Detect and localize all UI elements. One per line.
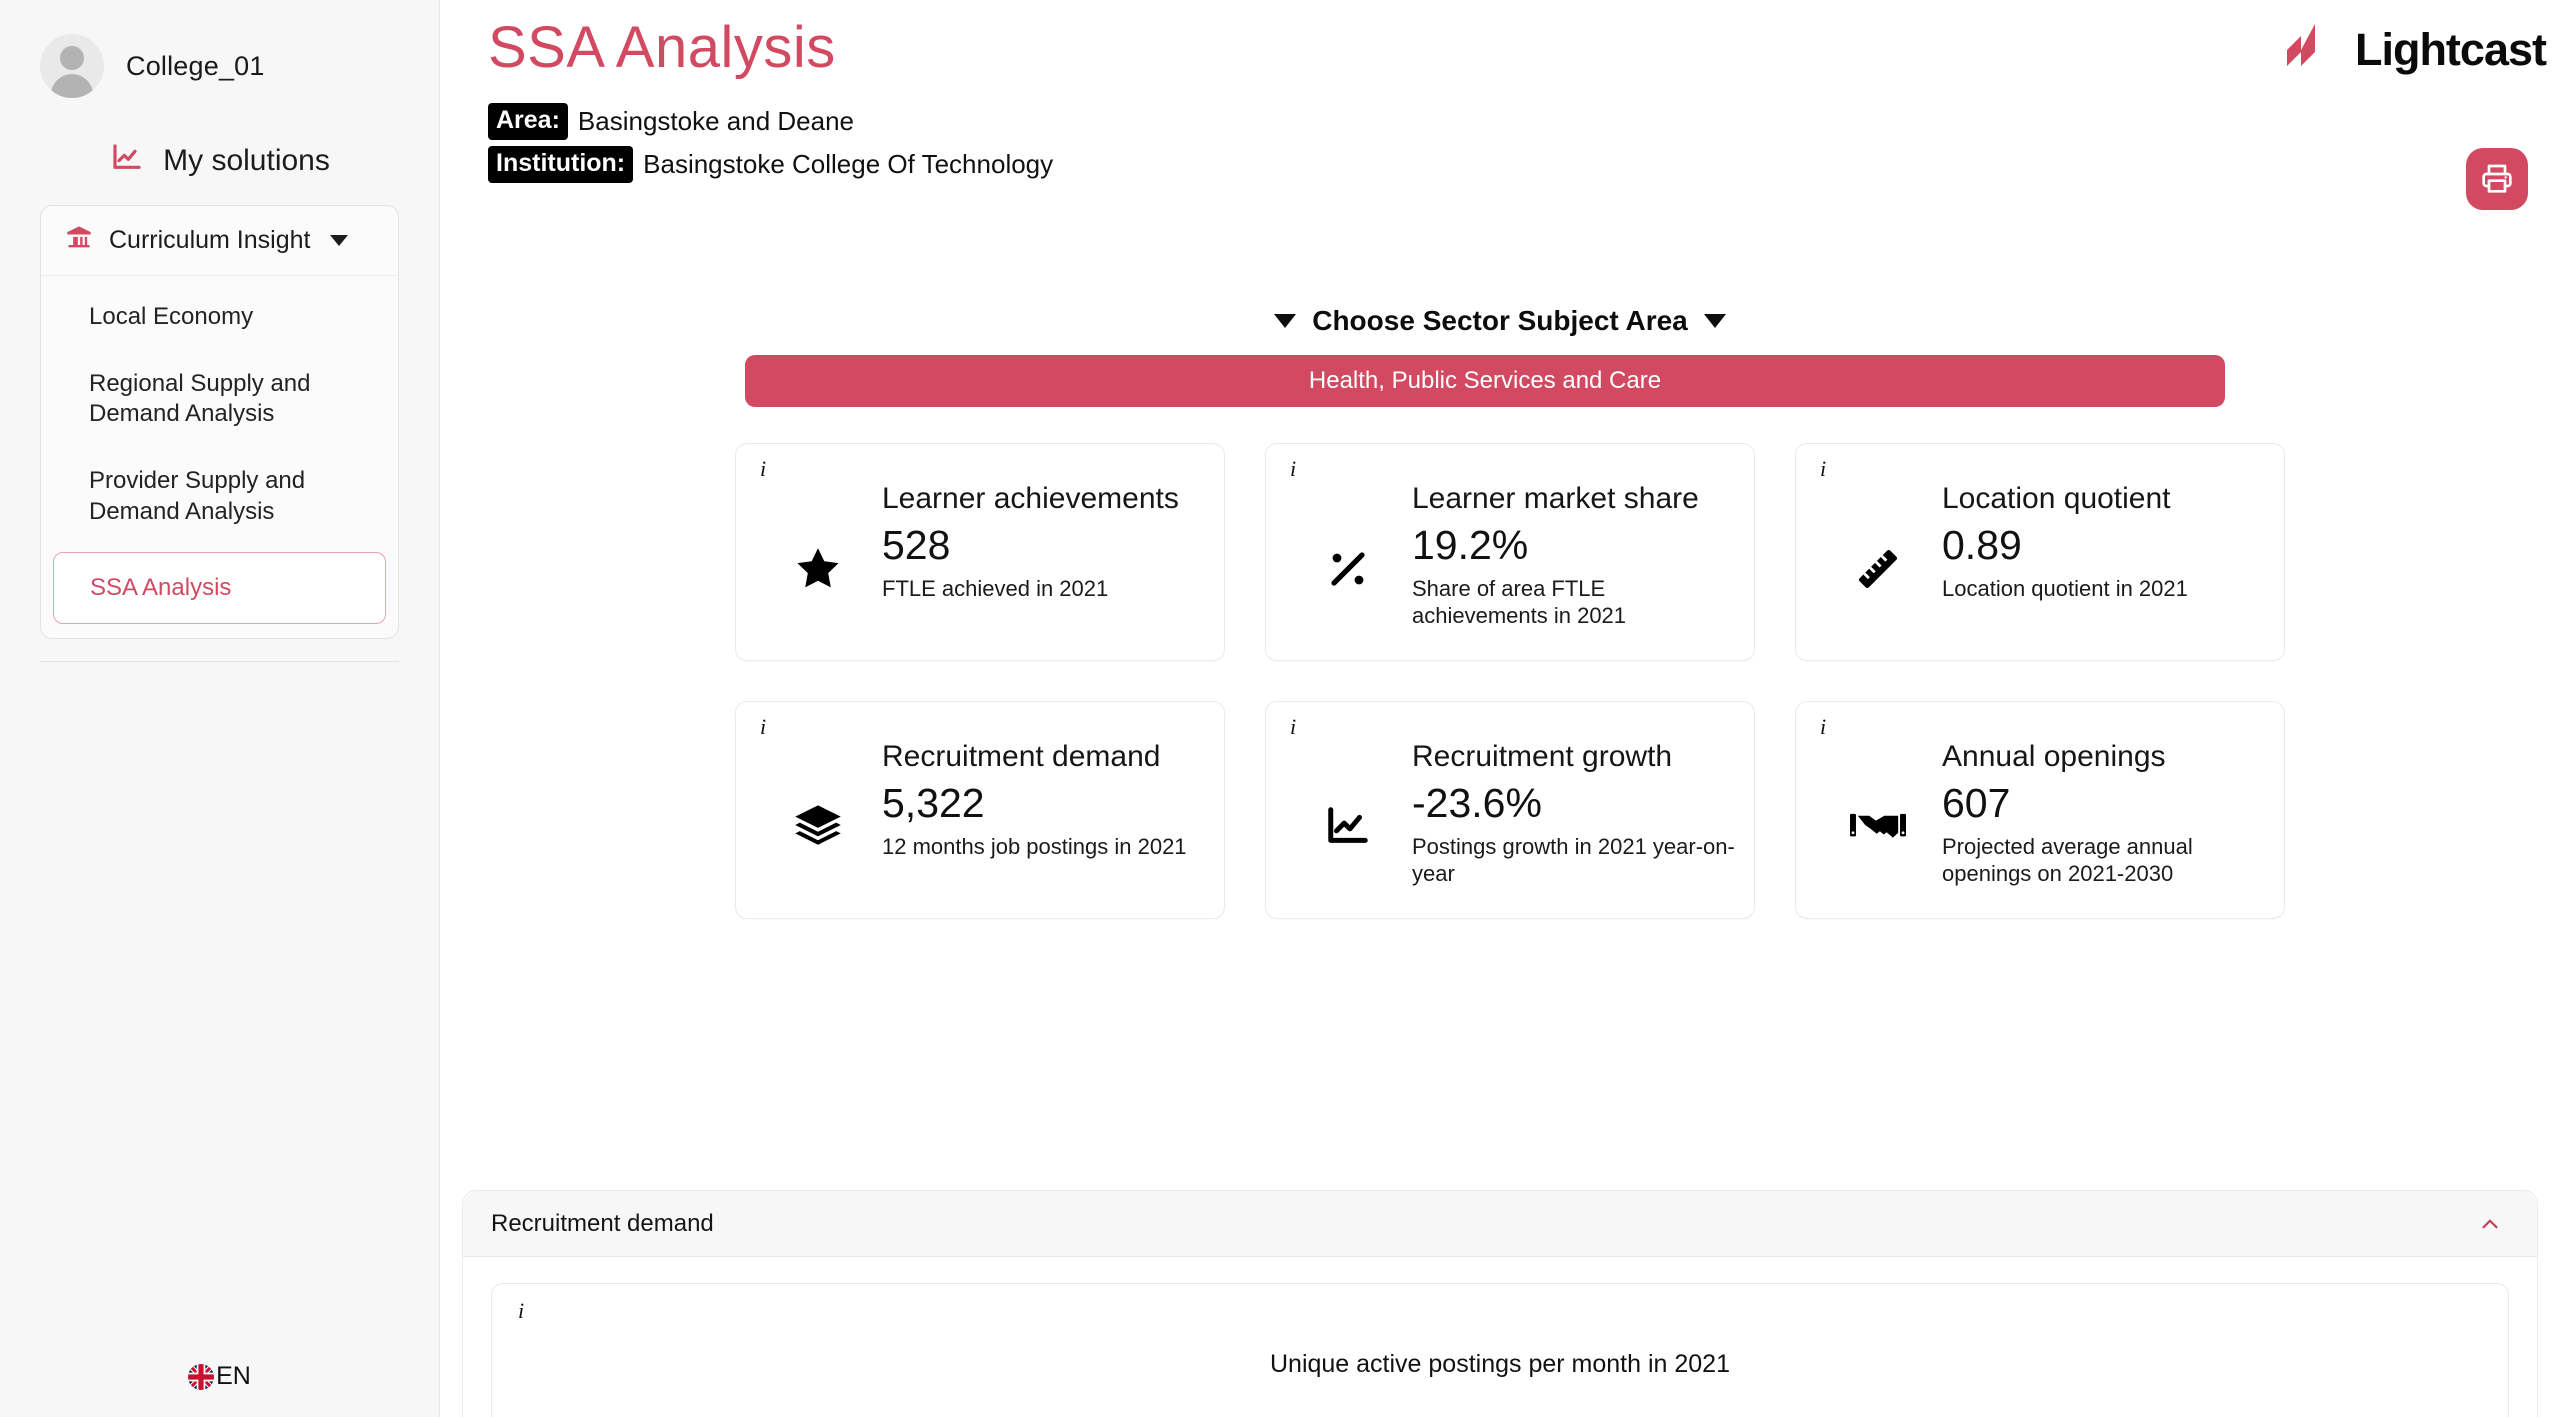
panel-title: Recruitment demand bbox=[491, 1209, 714, 1237]
kpi-card-annual-openings[interactable]: i Annual openings 607 Projected average … bbox=[1795, 701, 2285, 919]
meta-row-area: Area: Basingstoke and Deane bbox=[488, 103, 2560, 140]
curriculum-insight-group: Curriculum Insight Local Economy Regiona… bbox=[40, 205, 399, 640]
ruler-icon bbox=[1814, 460, 1942, 660]
kpi-card-learner-market-share[interactable]: i Learner market share 19.2% Share of ar… bbox=[1265, 443, 1755, 661]
chart-caption: Unique active postings per month in 2021 bbox=[1269, 1350, 1730, 1378]
info-icon[interactable]: i bbox=[1820, 456, 1826, 482]
kpi-subtitle: Share of area FTLE achievements in 2021 bbox=[1412, 575, 1627, 629]
bank-icon bbox=[65, 224, 93, 257]
kpi-subtitle: FTLE achieved in 2021 bbox=[882, 575, 1109, 601]
kpi-title: Recruitment demand bbox=[882, 740, 1161, 773]
lightcast-logo: Lightcast bbox=[2283, 22, 2547, 77]
info-icon[interactable]: i bbox=[518, 1298, 524, 1324]
kpi-title: Recruitment growth bbox=[1412, 740, 1673, 773]
printer-icon bbox=[2481, 162, 2513, 197]
kpi-subtitle: Projected average annual openings on 202… bbox=[1942, 833, 2193, 887]
kpi-title: Learner achievements bbox=[882, 482, 1179, 515]
page-title: SSA Analysis bbox=[488, 15, 836, 80]
kpi-card-recruitment-growth[interactable]: i Recruitment growth -23.6% Postings gro… bbox=[1265, 701, 1755, 919]
area-tag: Area: bbox=[488, 103, 568, 140]
kpi-value: -23.6% bbox=[1412, 779, 1542, 826]
sidebar-item-regional-supply-demand[interactable]: Regional Supply and Demand Analysis bbox=[41, 351, 398, 448]
app-root: College_01 My solutions Curriculum Insig… bbox=[0, 0, 2560, 1417]
main-content: SSA Analysis Area: Basingstoke and Deane… bbox=[440, 0, 2560, 1417]
kpi-card-location-quotient[interactable]: i Location quotient 0.89 Location quotie… bbox=[1795, 443, 2285, 661]
sector-heading-row: Choose Sector Subject Area bbox=[440, 305, 2560, 337]
line-chart-icon bbox=[1284, 718, 1412, 918]
recruitment-demand-panel: Recruitment demand i Unique active posti… bbox=[462, 1190, 2538, 1417]
kpi-card-learner-achievements[interactable]: i Learner achievements 528 FTLE achieved… bbox=[735, 443, 1225, 661]
chart-card: i Unique active postings per month in 20… bbox=[491, 1283, 2509, 1417]
area-value: Basingstoke and Deane bbox=[577, 106, 855, 136]
sidebar-item-provider-supply-demand[interactable]: Provider Supply and Demand Analysis bbox=[41, 448, 398, 545]
info-icon[interactable]: i bbox=[760, 714, 766, 740]
panel-body: i Unique active postings per month in 20… bbox=[463, 1257, 2537, 1417]
kpi-subtitle: Location quotient in 2021 bbox=[1942, 575, 2188, 601]
breadcrumb: Area: Basingstoke and Deane Institution:… bbox=[440, 81, 2560, 183]
handshake-icon bbox=[1814, 718, 1942, 918]
layers-icon bbox=[754, 718, 882, 918]
kpi-title: Annual openings bbox=[1942, 740, 2166, 773]
lightcast-logo-icon bbox=[2283, 22, 2339, 77]
kpi-subtitle: 12 months job postings in 2021 bbox=[882, 833, 1187, 859]
sector-heading-label: Choose Sector Subject Area bbox=[1312, 305, 1688, 336]
kpi-value: 607 bbox=[1942, 779, 2011, 826]
curriculum-insight-items: Local Economy Regional Supply and Demand… bbox=[41, 276, 398, 638]
kpi-card-recruitment-demand[interactable]: i Recruitment demand 5,322 12 months job… bbox=[735, 701, 1225, 919]
kpi-value: 528 bbox=[882, 521, 951, 568]
sidebar-item-ssa-analysis[interactable]: SSA Analysis bbox=[53, 551, 386, 625]
kpi-title: Learner market share bbox=[1412, 482, 1699, 515]
info-icon[interactable]: i bbox=[760, 456, 766, 482]
curriculum-insight-toggle[interactable]: Curriculum Insight bbox=[41, 206, 398, 276]
my-solutions-link[interactable]: My solutions bbox=[0, 142, 439, 179]
user-block[interactable]: College_01 bbox=[0, 0, 439, 98]
language-selector[interactable]: EN bbox=[0, 1362, 439, 1391]
my-solutions-label: My solutions bbox=[163, 143, 330, 177]
print-button[interactable] bbox=[2466, 148, 2528, 210]
percent-icon bbox=[1284, 460, 1412, 660]
user-name: College_01 bbox=[126, 50, 265, 81]
sidebar-item-local-economy[interactable]: Local Economy bbox=[41, 284, 398, 351]
sector-selector: Choose Sector Subject Area Health, Publi… bbox=[440, 189, 2560, 407]
sidebar-divider bbox=[40, 661, 399, 663]
info-icon[interactable]: i bbox=[1290, 714, 1296, 740]
chevron-down-icon bbox=[330, 235, 349, 246]
kpi-value: 5,322 bbox=[882, 779, 985, 826]
kpi-value: 0.89 bbox=[1942, 521, 2022, 568]
institution-tag: Institution: bbox=[488, 146, 634, 183]
meta-row-institution: Institution: Basingstoke College Of Tech… bbox=[488, 146, 2560, 183]
kpi-subtitle: Postings growth in 2021 year-on-year bbox=[1412, 833, 1735, 887]
institution-value: Basingstoke College Of Technology bbox=[643, 149, 1054, 179]
lightcast-wordmark: Lightcast bbox=[2354, 23, 2547, 75]
star-icon bbox=[754, 460, 882, 660]
triangle-down-icon-left bbox=[1274, 314, 1297, 328]
uk-flag-icon bbox=[188, 1363, 215, 1390]
language-label: EN bbox=[216, 1362, 251, 1390]
kpi-grid: i Learner achievements 528 FTLE achieved… bbox=[735, 443, 2560, 919]
chevron-up-icon[interactable] bbox=[2477, 1211, 2503, 1237]
panel-header[interactable]: Recruitment demand bbox=[463, 1191, 2537, 1257]
kpi-title: Location quotient bbox=[1942, 482, 2171, 515]
info-icon[interactable]: i bbox=[1820, 714, 1826, 740]
triangle-down-icon-right bbox=[1703, 314, 1726, 328]
avatar bbox=[40, 34, 104, 98]
line-chart-icon bbox=[109, 142, 145, 179]
sector-selected-button[interactable]: Health, Public Services and Care bbox=[745, 355, 2225, 407]
sidebar: College_01 My solutions Curriculum Insig… bbox=[0, 0, 440, 1417]
kpi-value: 19.2% bbox=[1412, 521, 1529, 568]
info-icon[interactable]: i bbox=[1290, 456, 1296, 482]
curriculum-insight-label: Curriculum Insight bbox=[109, 226, 311, 254]
